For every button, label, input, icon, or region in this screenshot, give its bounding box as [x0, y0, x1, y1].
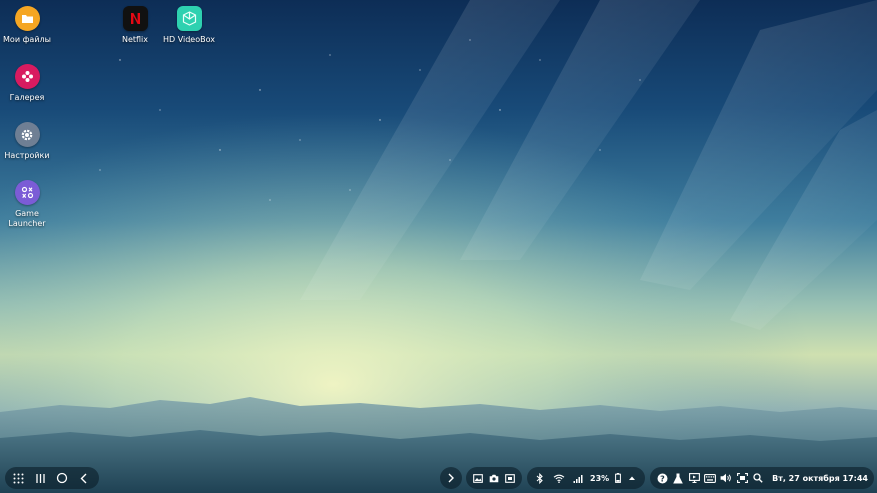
chevron-up-icon[interactable] — [627, 471, 637, 485]
status-group[interactable]: 23% — [527, 467, 645, 489]
search-icon[interactable] — [752, 471, 764, 485]
game-launcher-icon — [14, 180, 40, 205]
home-icon[interactable] — [55, 471, 69, 485]
clock[interactable]: Вт, 27 октября 17:44 — [772, 474, 868, 483]
chevron-right-icon[interactable] — [444, 471, 458, 485]
volume-icon[interactable] — [720, 471, 732, 485]
desktop-icon-label: Галерея — [9, 93, 45, 102]
system-tray: ? Вт, 27 октября 17:44 — [650, 467, 874, 489]
desktop-icon-my-files[interactable]: Мои файлы — [0, 6, 54, 45]
desktop-wallpaper — [0, 0, 877, 493]
keyboard-icon[interactable] — [704, 471, 716, 485]
signal-icon — [571, 471, 585, 485]
apps-grid-icon[interactable] — [11, 471, 25, 485]
bluetooth-icon — [533, 471, 547, 485]
videobox-icon — [176, 6, 202, 31]
desktop-icon-settings[interactable]: Настройки — [0, 122, 54, 161]
navigation-bar — [5, 467, 99, 489]
camera-icon[interactable] — [488, 471, 500, 485]
desktop-icon-label: HD VideoBox — [162, 35, 215, 44]
quick-tools-group — [466, 467, 522, 489]
display-icon[interactable] — [688, 471, 700, 485]
netflix-icon — [122, 6, 148, 31]
recent-apps-icon[interactable] — [33, 471, 47, 485]
flower-icon — [14, 64, 40, 89]
screen-record-icon[interactable] — [504, 471, 516, 485]
screen-capture-icon[interactable] — [736, 471, 748, 485]
battery-icon — [614, 471, 622, 485]
desktop-icon-game-launcher[interactable]: Game Launcher — [0, 180, 54, 229]
taskbar-expand-group — [440, 467, 462, 489]
help-icon[interactable]: ? — [656, 471, 668, 485]
desktop-icon-netflix[interactable]: Netflix — [108, 6, 162, 45]
desktop-icon-label: Netflix — [121, 35, 149, 44]
desktop-icon-label: Мои файлы — [3, 35, 51, 44]
gear-icon — [14, 122, 40, 147]
desktop-icon-label: Game Launcher — [8, 209, 46, 228]
back-icon[interactable] — [77, 471, 91, 485]
desktop-icon-label: Настройки — [4, 151, 50, 160]
svg-text:?: ? — [660, 474, 665, 483]
desktop-icon-hd-videobox[interactable]: HD VideoBox — [162, 6, 216, 45]
screenshot-icon[interactable] — [472, 471, 484, 485]
lab-icon[interactable] — [672, 471, 684, 485]
desktop-icon-gallery[interactable]: Галерея — [0, 64, 54, 103]
battery-percent: 23% — [590, 473, 610, 483]
wifi-icon — [552, 471, 566, 485]
folder-icon — [14, 6, 40, 31]
